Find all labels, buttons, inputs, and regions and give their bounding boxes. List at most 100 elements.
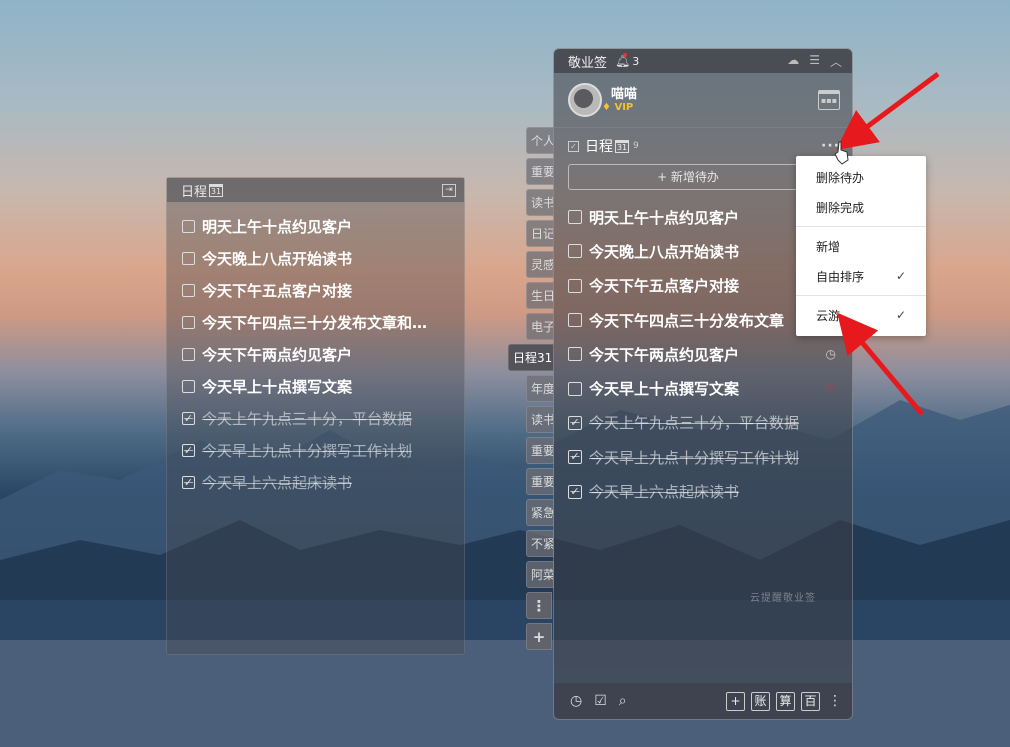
- category-tab[interactable]: 不紧: [526, 530, 554, 557]
- todo-item[interactable]: 今天早上十点撰写文案 ♡: [554, 371, 852, 405]
- todo-text: 今天下午四点三十分发布文章和…: [202, 313, 428, 332]
- schedule-count: 9: [633, 141, 639, 151]
- menu-item[interactable]: 删除完成: [796, 192, 926, 222]
- todo-text: 明天上午十点约见客户: [589, 208, 740, 227]
- category-tab[interactable]: 灵感: [526, 251, 554, 278]
- category-tab[interactable]: 电子: [526, 313, 554, 340]
- checkbox[interactable]: ✓: [568, 450, 582, 465]
- todo-item[interactable]: ✓ 今天上午九点三十分，平台数据: [554, 406, 852, 440]
- checkbox[interactable]: [568, 347, 582, 362]
- notification-dot: [623, 53, 628, 57]
- watermark: 云提醒敬业签: [750, 593, 816, 604]
- checkbox[interactable]: [568, 244, 582, 259]
- avatar[interactable]: [568, 83, 602, 117]
- todo-item[interactable]: 今天下午两点约见客户 ◷: [554, 337, 852, 371]
- category-tab[interactable]: 个人: [526, 127, 554, 154]
- checkbox[interactable]: ✓: [568, 415, 582, 430]
- calendar-icon[interactable]: ▪▪▪: [818, 90, 840, 110]
- checkbox[interactable]: [182, 347, 195, 361]
- menu-item[interactable]: 自由排序 ✓: [796, 261, 926, 291]
- category-tab[interactable]: 日记: [526, 220, 554, 247]
- calendar-icon: 31: [615, 139, 629, 153]
- add-todo-button[interactable]: + 新增待办: [568, 164, 808, 190]
- add-tab-icon[interactable]: +: [526, 623, 552, 650]
- checkbox[interactable]: ✓: [568, 484, 582, 499]
- left-widget-title: 日程: [181, 184, 208, 200]
- bottom-toolbar: ◷ ☑ ⌕ + 账 算 百 ⋮: [554, 683, 852, 719]
- vip-badge: ♦ VIP: [602, 102, 634, 113]
- category-tab[interactable]: 日程31: [508, 344, 554, 371]
- checkbox[interactable]: [182, 219, 195, 233]
- todo-text: 今天早上六点起床读书: [589, 483, 740, 502]
- chevron-up-icon[interactable]: ︿: [830, 53, 842, 70]
- left-todo-item[interactable]: 今天下午五点客户对接: [167, 274, 464, 306]
- add-icon[interactable]: +: [726, 691, 745, 711]
- user-name: 喵喵: [611, 87, 638, 102]
- category-tab[interactable]: 读书: [526, 406, 554, 433]
- checkbox[interactable]: [182, 379, 195, 393]
- menu-item-label: 删除完成: [816, 200, 865, 215]
- cloud-icon[interactable]: ☁: [787, 53, 799, 70]
- checkbox[interactable]: [182, 251, 195, 265]
- menu-item-label: 云游: [816, 308, 841, 323]
- bell-icon[interactable]: 🔔︎: [615, 53, 630, 68]
- alarm-icon: ◷: [825, 347, 836, 362]
- menu-item[interactable]: 删除待办: [796, 162, 926, 192]
- left-todo-item[interactable]: 明天上午十点约见客户: [167, 210, 464, 242]
- menu-icon[interactable]: ☰: [809, 53, 820, 70]
- check-square-icon[interactable]: ☑: [594, 693, 607, 709]
- more-vertical-icon[interactable]: ⋮: [828, 693, 842, 709]
- category-tab[interactable]: 重要: [526, 468, 554, 495]
- menu-item[interactable]: 新增: [796, 231, 926, 261]
- checkbox[interactable]: [568, 278, 582, 293]
- left-todo-item[interactable]: 今天下午四点三十分发布文章和…: [167, 306, 464, 338]
- menu-item-label: 自由排序: [816, 269, 865, 284]
- context-menu: 删除待办 删除完成 新增 自由排序 ✓ 云游 ✓: [796, 156, 926, 336]
- checkbox[interactable]: [182, 315, 195, 329]
- exit-icon[interactable]: ⇥: [442, 183, 456, 197]
- todo-text: 今天晚上八点开始读书: [202, 249, 353, 268]
- left-todo-item[interactable]: 今天下午两点约见客户: [167, 338, 464, 370]
- checkbox[interactable]: ✓: [182, 443, 195, 457]
- category-tab[interactable]: 阿菜: [526, 561, 554, 588]
- todo-text: 今天下午两点约见客户: [202, 345, 353, 364]
- check-icon: ✓: [895, 308, 906, 322]
- mouse-cursor-icon: [834, 141, 849, 165]
- todo-text: 今天上午九点三十分，平台数据: [202, 409, 413, 428]
- todo-item[interactable]: ✓ 今天早上九点十分撰写工作计划: [554, 440, 852, 474]
- todo-text: 今天早上十点撰写文案: [202, 377, 353, 396]
- todo-item[interactable]: ✓ 今天早上六点起床读书: [554, 474, 852, 508]
- checkbox[interactable]: ✓: [182, 475, 195, 489]
- category-tab[interactable]: 年度: [526, 375, 554, 402]
- checkbox[interactable]: [568, 313, 582, 328]
- menu-separator: [796, 226, 926, 227]
- checkbox[interactable]: [568, 210, 582, 225]
- category-tab[interactable]: 读书: [526, 189, 554, 216]
- category-tab[interactable]: 重要: [526, 437, 554, 464]
- left-todo-item[interactable]: 今天晚上八点开始读书: [167, 242, 464, 274]
- todo-text: 今天上午九点三十分，平台数据: [589, 414, 800, 433]
- checklist-icon: ✓: [568, 140, 579, 152]
- clock-icon[interactable]: ◷: [570, 693, 582, 709]
- calculator-button[interactable]: 算: [776, 691, 795, 711]
- encyclopedia-button[interactable]: 百: [801, 691, 820, 711]
- category-tab[interactable]: 紧急: [526, 499, 554, 526]
- checkbox[interactable]: ✓: [182, 411, 195, 425]
- left-todo-item[interactable]: 今天早上十点撰写文案: [167, 370, 464, 402]
- left-todo-item[interactable]: ✓ 今天早上九点十分撰写工作计划: [167, 434, 464, 466]
- checkbox[interactable]: [182, 283, 195, 297]
- category-tab[interactable]: 生日: [526, 282, 554, 309]
- todo-text: 明天上午十点约见客户: [202, 217, 353, 236]
- category-tab[interactable]: 重要: [526, 158, 554, 185]
- checkbox[interactable]: [568, 381, 582, 396]
- left-todo-item[interactable]: ✓ 今天上午九点三十分，平台数据: [167, 402, 464, 434]
- schedule-title: 日程: [585, 139, 613, 155]
- menu-item[interactable]: 云游 ✓: [796, 300, 926, 330]
- todo-text: 今天早上九点十分撰写工作计划: [202, 441, 413, 460]
- left-todo-item[interactable]: ✓ 今天早上六点起床读书: [167, 466, 464, 498]
- todo-text: 今天下午两点约见客户: [589, 345, 740, 364]
- search-icon[interactable]: ⌕: [619, 693, 627, 709]
- more-tabs-icon[interactable]: ⋮: [526, 592, 552, 619]
- vip-label: VIP: [614, 102, 634, 113]
- account-button[interactable]: 账: [751, 691, 770, 711]
